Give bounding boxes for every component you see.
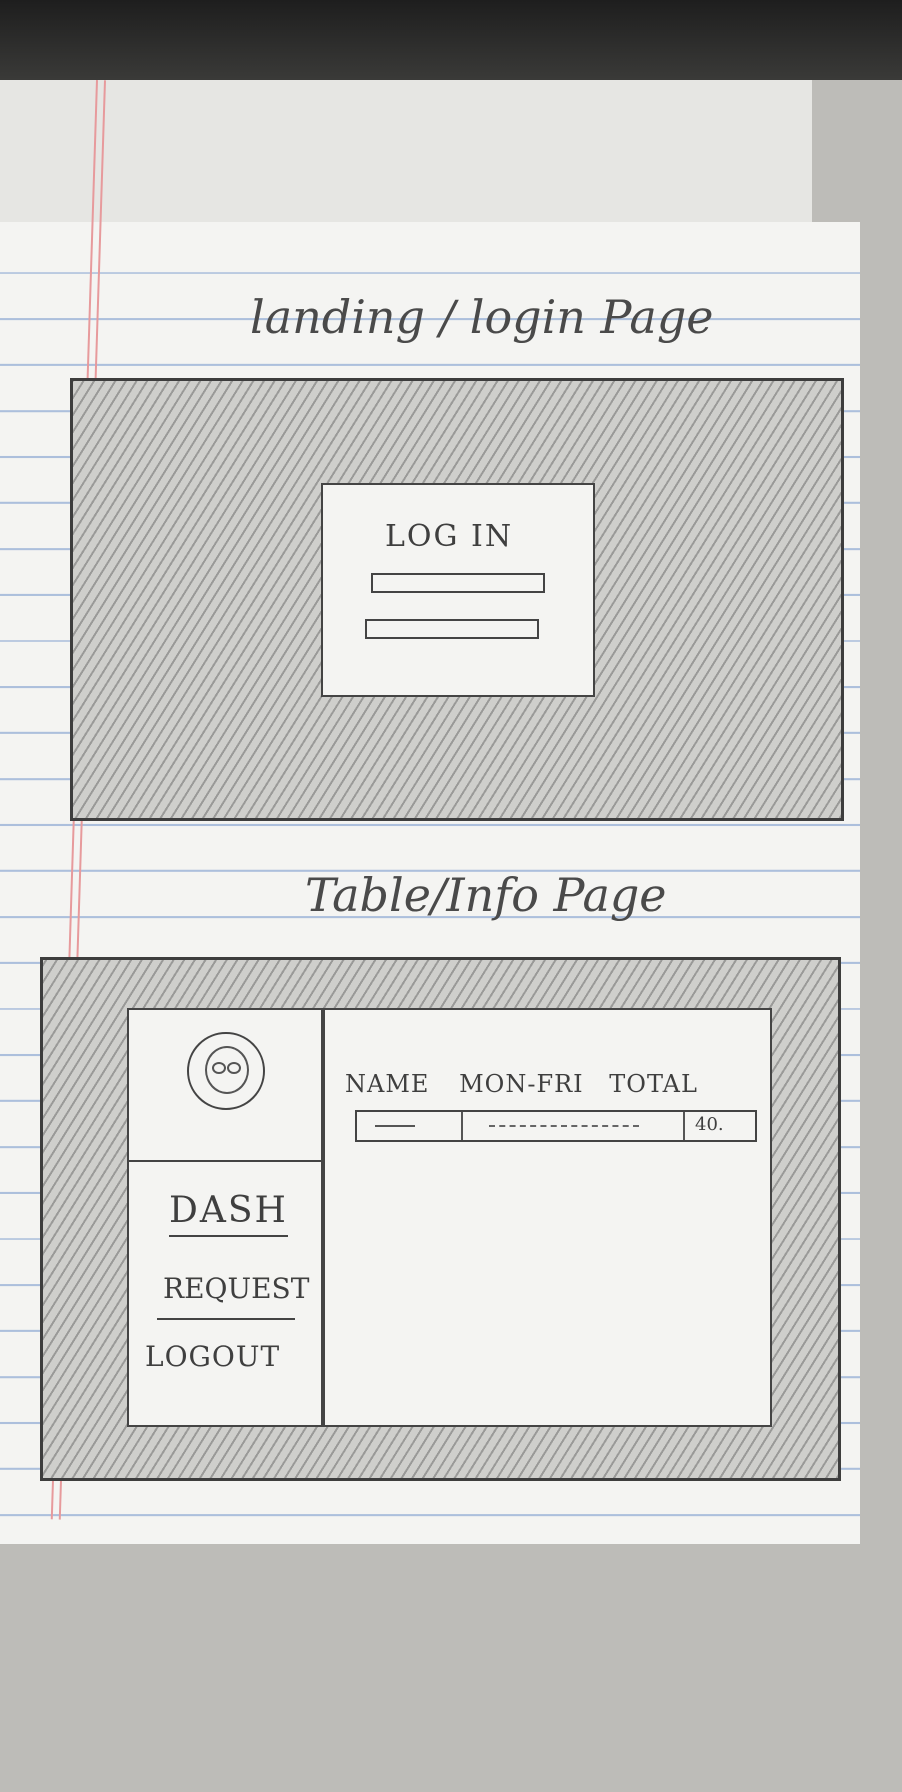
avatar [187, 1032, 265, 1110]
cell-mon-fri [463, 1112, 685, 1140]
nav-request[interactable]: REQUEST [163, 1272, 309, 1305]
column-mon-fri: MON-FRI [459, 1070, 584, 1098]
login-page-frame: LOG IN [70, 378, 844, 821]
avatar-face-icon [205, 1046, 249, 1094]
nav-divider [157, 1318, 295, 1320]
login-box: LOG IN [321, 483, 595, 697]
main-content: NAME MON-FRI TOTAL 40. [323, 1008, 772, 1427]
password-field[interactable] [365, 619, 539, 639]
table-page-heading: Table/Info Page [305, 868, 667, 922]
cell-total: 40. [695, 1114, 724, 1135]
login-label: LOG IN [385, 519, 514, 554]
sidebar: DASH REQUEST LOGOUT [127, 1008, 323, 1427]
table-header: NAME MON-FRI TOTAL [345, 1070, 770, 1098]
background-top [0, 0, 902, 80]
nav-dash[interactable]: DASH [169, 1190, 288, 1237]
cell-name [357, 1112, 463, 1140]
table-row: 40. [355, 1110, 757, 1142]
folded-page [0, 80, 812, 232]
table-page-frame: DASH REQUEST LOGOUT NAME MON-FRI TOTAL 4… [40, 957, 841, 1481]
column-name: NAME [345, 1070, 430, 1098]
column-total: TOTAL [609, 1070, 698, 1098]
sidebar-divider [129, 1160, 321, 1162]
login-page-heading: landing / login Page [250, 290, 714, 344]
nav-logout[interactable]: LOGOUT [145, 1340, 280, 1373]
username-field[interactable] [371, 573, 545, 593]
